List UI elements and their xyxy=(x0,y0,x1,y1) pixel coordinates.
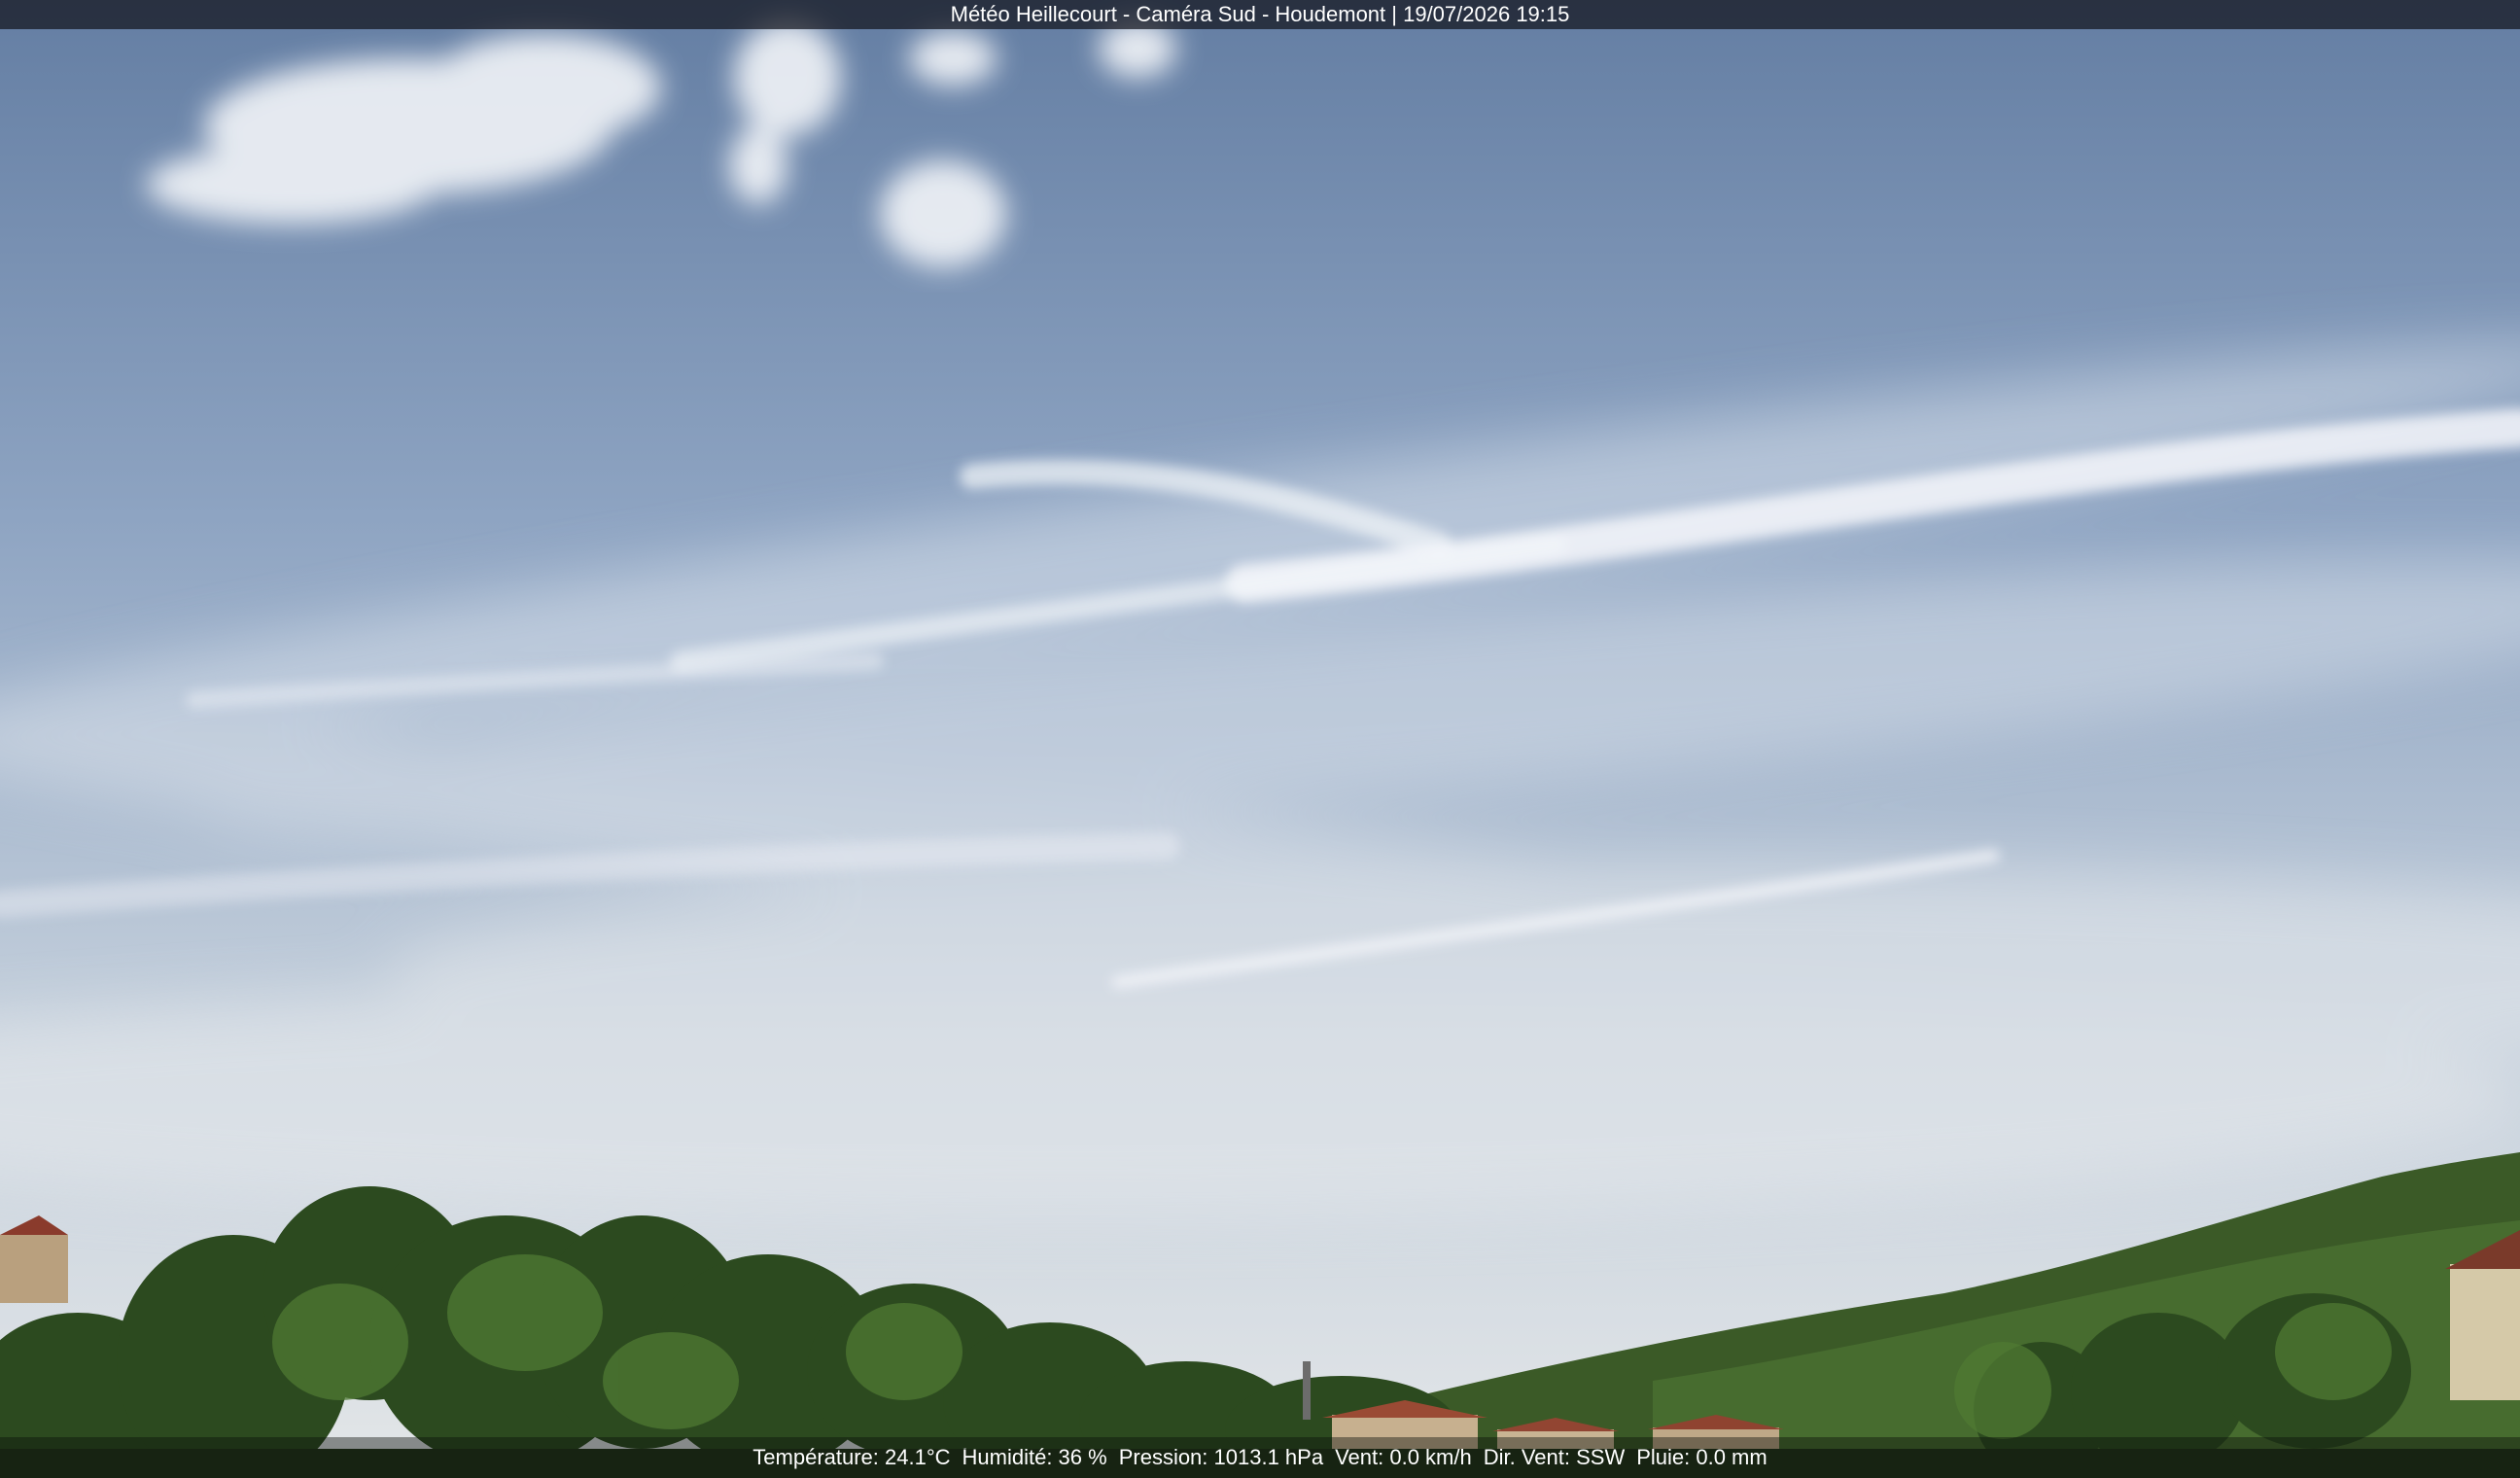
rain-reading: Pluie: 0.0 mm xyxy=(1636,1445,1768,1469)
webcam-image xyxy=(0,0,2520,1478)
temperature-reading: Température: 24.1°C xyxy=(752,1445,951,1469)
pressure-reading: Pression: 1013.1 hPa xyxy=(1118,1445,1324,1469)
camera-title-bar: Météo Heillecourt - Caméra Sud - Houdemo… xyxy=(0,0,2520,29)
wind-direction-reading: Dir. Vent: SSW xyxy=(1483,1445,1626,1469)
humidity-reading: Humidité: 36 % xyxy=(962,1445,1107,1469)
weather-overlay: Température: 24.1°C Humidité: 36 % Press… xyxy=(0,1437,2520,1478)
wind-speed-reading: Vent: 0.0 km/h xyxy=(1335,1445,1472,1469)
webcam-frame: Météo Heillecourt - Caméra Sud - Houdemo… xyxy=(0,0,2520,1478)
camera-title: Météo Heillecourt - Caméra Sud - Houdemo… xyxy=(950,2,1570,26)
